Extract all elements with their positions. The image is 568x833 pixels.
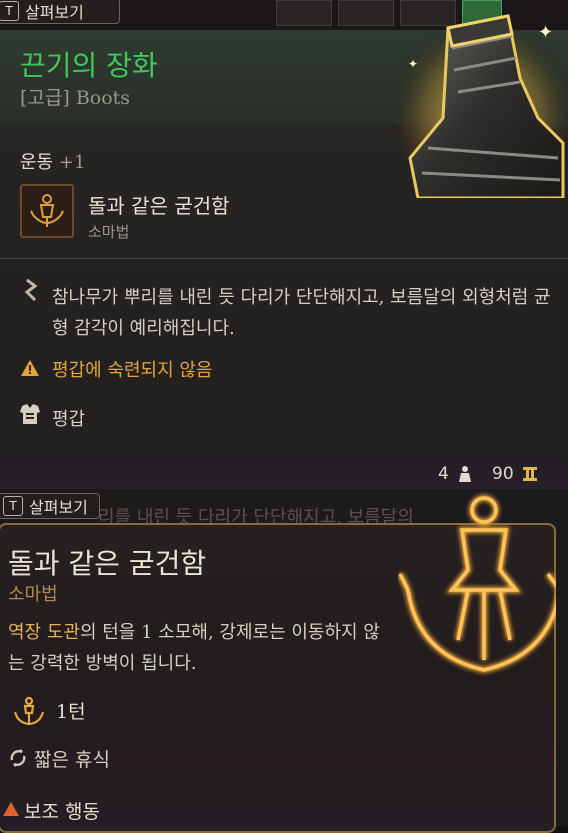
action-type: 보조 행동: [24, 801, 100, 823]
equipment-slot[interactable]: [276, 0, 332, 26]
item-name: 끈기의 장화: [20, 49, 158, 82]
weight-icon: [459, 466, 471, 482]
recharge-icon: [10, 749, 26, 767]
boot-icon: ✦ ✦: [393, 13, 568, 198]
anchor-figure-icon: [398, 495, 556, 674]
equipment-slot[interactable]: [338, 0, 394, 26]
armor-type: 평갑: [52, 409, 86, 430]
anchor-figure-icon: [13, 696, 45, 726]
spell-recharge: 짧은 휴식: [34, 749, 110, 771]
item-footer: [0, 455, 568, 489]
spell-name[interactable]: 돌과 같은 굳건함: [88, 190, 230, 219]
divider: [0, 258, 568, 259]
svg-text:✦: ✦: [538, 22, 553, 43]
proficiency-warning: 평갑에 숙련되지 않음: [52, 360, 213, 381]
spell-duration: 1턴: [56, 701, 86, 723]
hotkey-t: T: [3, 496, 23, 516]
svg-text:✦: ✦: [408, 57, 418, 71]
stat-value: +1: [58, 152, 86, 173]
spell-description-keyword[interactable]: 역장 도관: [8, 622, 80, 643]
item-rarity-type: [고급] Boots: [20, 87, 131, 109]
examine-tab[interactable]: T 살펴보기: [0, 0, 120, 24]
anchor-figure-icon: [30, 194, 64, 227]
gold-value: 90: [492, 464, 514, 484]
spell-description: 역장 도관의 턴을 1 소모해, 강제로는 이동하지 않는 강력한 방벽이 됩니…: [8, 617, 388, 679]
warning-icon: [21, 360, 39, 376]
rune-icon: [24, 278, 38, 302]
stat-bonus: 운동 +1: [20, 148, 85, 174]
spell-examine-tab[interactable]: T 살펴보기: [0, 493, 100, 519]
spell-icon-box[interactable]: [20, 184, 74, 238]
item-description: 참나무가 뿌리를 내린 듯 다리가 단단해지고, 보름달의 외형처럼 균형 감각…: [52, 287, 551, 339]
examine-tab-label: 살펴보기: [25, 3, 84, 22]
coin-icon: [523, 467, 537, 481]
spell-tooltip-name: 돌과 같은 굳건함: [8, 547, 207, 580]
spell-school: 소마법: [88, 223, 130, 241]
stat-name: 운동: [20, 152, 54, 173]
spell-examine-tab-label: 살펴보기: [29, 498, 88, 517]
triangle-icon: [3, 802, 19, 816]
spell-tooltip-school: 소마법: [8, 584, 58, 605]
chest-armor-icon: [20, 404, 40, 424]
hotkey-t: T: [0, 1, 19, 21]
weight-value: 4: [438, 464, 449, 484]
